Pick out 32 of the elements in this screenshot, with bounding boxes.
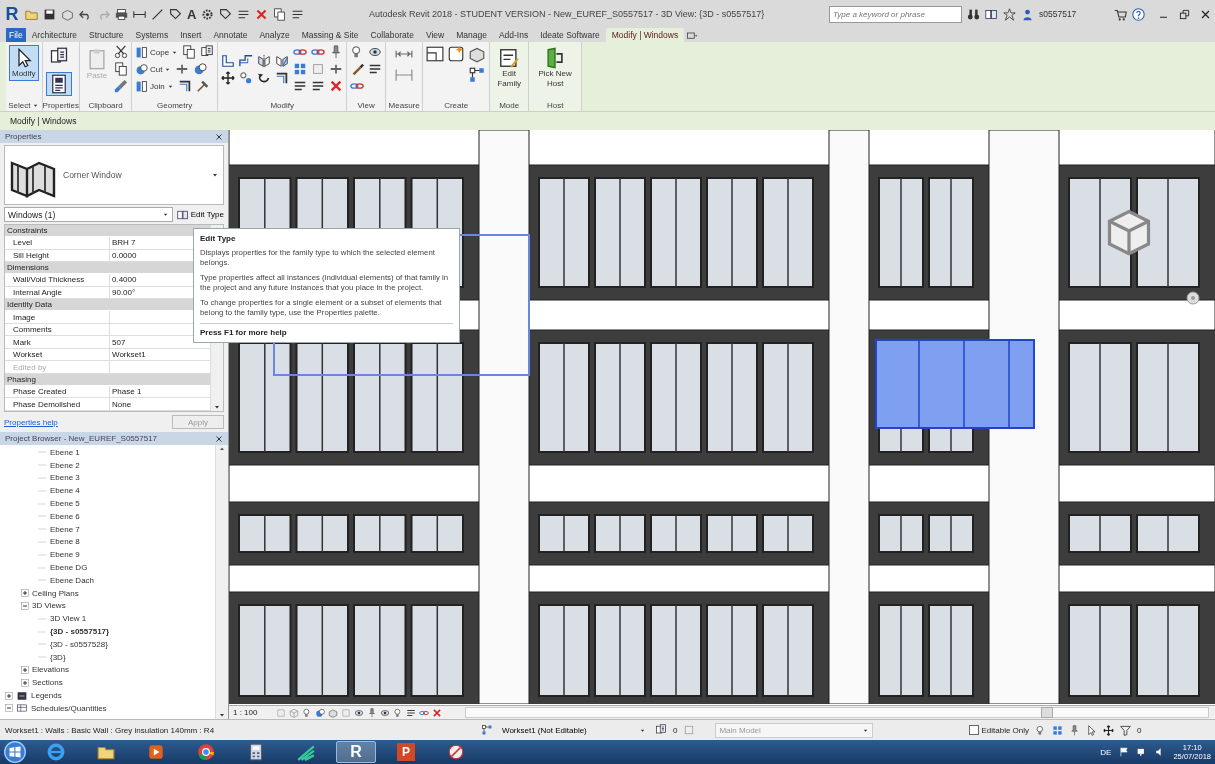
panel-label: Measure bbox=[388, 100, 420, 110]
panel-label: Create bbox=[444, 100, 469, 110]
panel-label: Host bbox=[546, 100, 564, 110]
filter-count: 0 bbox=[1137, 725, 1142, 735]
context-label: Modify | Windows bbox=[10, 116, 77, 126]
property-label: Mark bbox=[5, 336, 110, 348]
panel-label: Properties bbox=[42, 100, 80, 110]
panel-title: Properties bbox=[5, 132, 42, 141]
panel-label: Select bbox=[8, 100, 31, 110]
status-message: Workset1 : Walls : Basic Wall : Grey insulation 140mm : R4 bbox=[5, 725, 216, 735]
property-label: Phase Created bbox=[5, 385, 110, 398]
panel-label: Geometry bbox=[157, 100, 193, 110]
property-label: Wall/Void Thickness bbox=[5, 274, 110, 286]
window-title: Autodesk Revit 2018 - STUDENT VERSION - New_EUREF_S0557517 - 3D View: {3D - s0557517} bbox=[368, 9, 766, 19]
property-label: Edited by bbox=[5, 361, 110, 373]
property-label: Level bbox=[5, 237, 110, 249]
filter-text: Windows (1) bbox=[8, 209, 56, 220]
panel-label: Modify bbox=[270, 100, 294, 110]
panel-label: Clipboard bbox=[88, 100, 123, 110]
property-label: Workset bbox=[5, 348, 110, 361]
tooltip-footer: Press F1 for more help bbox=[200, 323, 453, 342]
type-name: Corner Window bbox=[63, 170, 123, 180]
property-label: Comments bbox=[5, 323, 110, 336]
panel-label: View bbox=[357, 100, 375, 110]
property-label: Sill Height bbox=[5, 249, 110, 262]
property-label: Image bbox=[5, 311, 110, 323]
property-label: Internal Angle bbox=[5, 286, 110, 299]
property-label: Phase Demolished bbox=[5, 398, 110, 410]
panel-label: Mode bbox=[499, 100, 520, 110]
panel-title: Project Browser - New_EUREF_S0557517 bbox=[5, 434, 158, 443]
workset-count: 0 bbox=[673, 725, 678, 735]
tooltip-title: Edit Type bbox=[200, 234, 237, 243]
